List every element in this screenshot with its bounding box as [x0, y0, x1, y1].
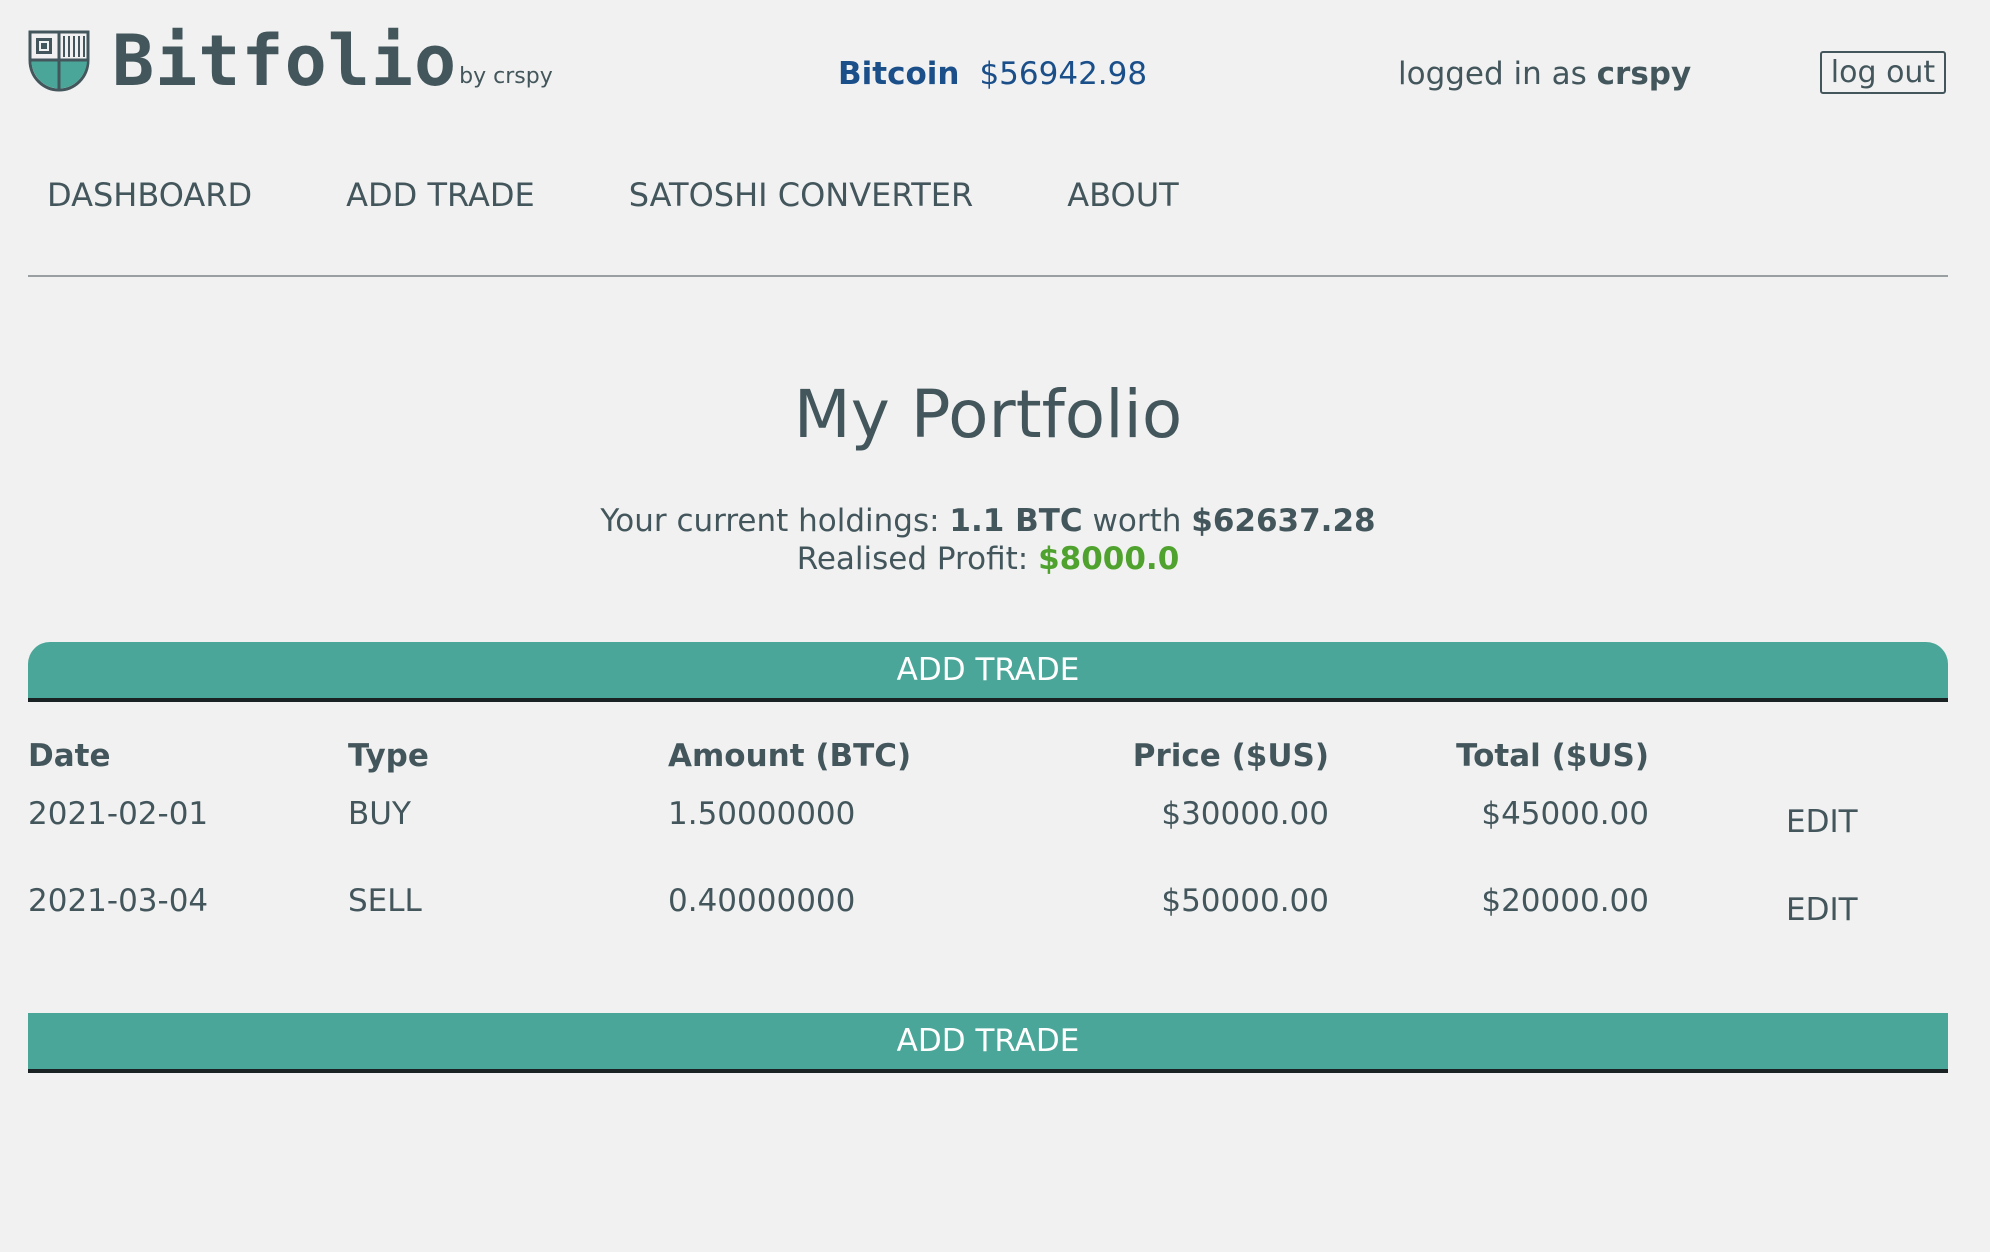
- logout-button[interactable]: log out: [1820, 51, 1946, 94]
- nav-item-add-trade[interactable]: ADD TRADE: [346, 176, 535, 214]
- nav-item-dashboard[interactable]: DASHBOARD: [47, 176, 252, 214]
- login-prefix: logged in as: [1398, 56, 1587, 92]
- brand-byline: by crspy: [459, 64, 553, 89]
- row-price: $30000.00: [1161, 796, 1329, 832]
- edit-trade-button[interactable]: EDIT: [1786, 804, 1858, 840]
- header-price: Price ($US): [1132, 738, 1329, 774]
- holdings-prefix: Your current holdings:: [600, 503, 940, 539]
- shield-chip-icon: [28, 30, 90, 92]
- brand-name: Bitfolio: [112, 20, 458, 102]
- portfolio-summary: Your current holdings: 1.1 BTC worth $62…: [0, 502, 1976, 578]
- header-total: Total ($US): [1456, 738, 1649, 774]
- header-amount: Amount (BTC): [668, 738, 912, 774]
- profit-label: Realised Profit:: [796, 541, 1029, 577]
- ticker-coin-name: Bitcoin: [838, 56, 960, 92]
- profit-value: $8000.0: [1038, 541, 1180, 577]
- nav-divider: [28, 275, 1948, 277]
- bitcoin-price-ticker: Bitcoin $56942.98: [838, 56, 1147, 92]
- row-total: $45000.00: [1481, 796, 1649, 832]
- profit-line: Realised Profit: $8000.0: [0, 540, 1976, 578]
- holdings-line: Your current holdings: 1.1 BTC worth $62…: [0, 502, 1976, 540]
- row-type: SELL: [348, 883, 422, 919]
- row-amount: 0.40000000: [668, 883, 856, 919]
- row-date: 2021-02-01: [28, 796, 209, 832]
- header-type: Type: [348, 738, 429, 774]
- holdings-worth-word: worth: [1092, 503, 1182, 539]
- nav-item-satoshi-converter[interactable]: SATOSHI CONVERTER: [629, 176, 974, 214]
- edit-trade-button[interactable]: EDIT: [1786, 892, 1858, 928]
- row-date: 2021-03-04: [28, 883, 209, 919]
- page: Bitfolio by crspy Bitcoin $56942.98 logge…: [0, 0, 1990, 1252]
- row-total: $20000.00: [1481, 883, 1649, 919]
- ticker-price: $56942.98: [979, 56, 1148, 92]
- page-title: My Portfolio: [793, 376, 1183, 453]
- holdings-amount: 1.1 BTC: [949, 503, 1083, 539]
- header-date: Date: [28, 738, 111, 774]
- login-username: crspy: [1596, 56, 1692, 92]
- row-type: BUY: [348, 796, 411, 832]
- holdings-value: $62637.28: [1191, 503, 1376, 539]
- nav-item-about[interactable]: ABOUT: [1067, 176, 1178, 214]
- main-nav: DASHBOARD ADD TRADE SATOSHI CONVERTER AB…: [47, 176, 1273, 214]
- brand-logo[interactable]: Bitfolio by crspy: [28, 20, 553, 102]
- add-trade-button-top[interactable]: ADD TRADE: [28, 642, 1948, 702]
- row-price: $50000.00: [1161, 883, 1329, 919]
- login-status: logged in as crspy: [1398, 56, 1691, 92]
- add-trade-button-bottom[interactable]: ADD TRADE: [28, 1013, 1948, 1073]
- row-amount: 1.50000000: [668, 796, 856, 832]
